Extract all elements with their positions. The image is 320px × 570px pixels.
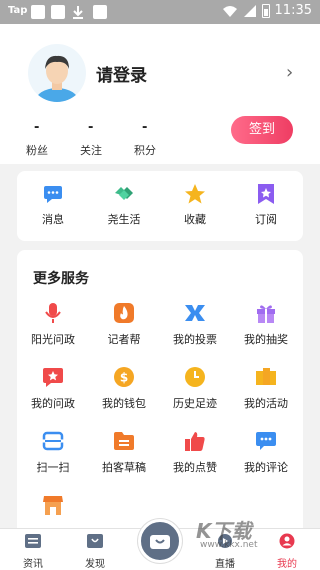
star-badge-icon bbox=[42, 366, 64, 388]
service-my-wallet[interactable]: $ 我的钱包 bbox=[92, 366, 156, 411]
stat-fans[interactable]: - 粉丝 bbox=[26, 120, 80, 158]
service-label: 我的投票 bbox=[173, 333, 217, 346]
download-icon bbox=[73, 6, 83, 19]
flag-icon bbox=[255, 366, 277, 388]
tab-discover[interactable]: 发现 bbox=[70, 533, 120, 570]
profile-header: 请登录 › - 粉丝 - 关注 - 积分 签到 bbox=[0, 24, 320, 164]
service-label: 记者帮 bbox=[107, 333, 141, 346]
quick-action-favorites[interactable]: 收藏 bbox=[167, 183, 223, 227]
service-my-lottery[interactable]: 我的抽奖 bbox=[234, 302, 298, 347]
service-my-votes[interactable]: 我的投票 bbox=[163, 302, 227, 347]
wifi-icon bbox=[222, 5, 237, 17]
service-label: 历史足迹 bbox=[173, 397, 217, 410]
profile-icon bbox=[279, 533, 295, 549]
svg-text:$: $ bbox=[120, 371, 128, 385]
quick-action-subscribe[interactable]: 订阅 bbox=[238, 183, 294, 227]
news-icon bbox=[25, 534, 41, 548]
wallet-icon: $ bbox=[113, 366, 135, 388]
quick-actions: 消息 尧生活 收藏 订阅 bbox=[17, 171, 303, 241]
stat-points[interactable]: - 积分 bbox=[134, 120, 188, 158]
service-label: 我的评论 bbox=[244, 461, 288, 474]
status-bar: Tap 11:35 bbox=[0, 0, 320, 24]
tab-label: 直播 bbox=[215, 559, 235, 570]
bookmark-icon bbox=[255, 183, 277, 205]
tab-label: 发现 bbox=[85, 559, 105, 570]
status-time: 11:35 bbox=[274, 3, 312, 18]
notification-icon bbox=[31, 5, 45, 19]
stat-value: - bbox=[88, 120, 94, 135]
quick-action-label: 收藏 bbox=[184, 213, 206, 226]
scan-icon bbox=[42, 430, 64, 452]
quick-action-label: 订阅 bbox=[255, 213, 277, 226]
avatar[interactable] bbox=[28, 44, 86, 102]
tab-mine[interactable]: 我的 bbox=[262, 533, 312, 570]
service-scan[interactable]: 扫一扫 bbox=[21, 430, 85, 475]
login-prompt[interactable]: 请登录 bbox=[96, 61, 147, 86]
watermark-url: www.kkx.net bbox=[200, 540, 258, 550]
service-history[interactable]: 历史足迹 bbox=[163, 366, 227, 411]
camera-icon bbox=[150, 535, 170, 549]
section-title: 更多服务 bbox=[33, 271, 89, 287]
service-drafts[interactable]: 拍客草稿 bbox=[92, 430, 156, 475]
tab-camera-button[interactable] bbox=[138, 519, 182, 563]
service-store[interactable] bbox=[21, 494, 85, 516]
service-label: 我的活动 bbox=[244, 397, 288, 410]
profile-stats: - 粉丝 - 关注 - 积分 bbox=[26, 120, 188, 158]
folder-icon bbox=[113, 430, 135, 452]
service-my-politics[interactable]: 我的问政 bbox=[21, 366, 85, 411]
stat-label: 关注 bbox=[80, 144, 102, 157]
status-app-label: Tap bbox=[8, 5, 28, 16]
tab-label: 我的 bbox=[277, 559, 297, 570]
service-label: 拍客草稿 bbox=[102, 461, 146, 474]
comment-icon bbox=[255, 430, 277, 452]
quick-action-label: 尧生活 bbox=[107, 213, 141, 226]
service-label: 阳光问政 bbox=[31, 333, 75, 346]
stat-value: - bbox=[34, 120, 40, 135]
stat-label: 积分 bbox=[134, 144, 156, 157]
microphone-icon bbox=[42, 302, 64, 324]
service-reporter-help[interactable]: 记者帮 bbox=[92, 302, 156, 347]
message-icon bbox=[42, 183, 64, 205]
service-my-comments[interactable]: 我的评论 bbox=[234, 430, 298, 475]
vote-icon bbox=[184, 302, 206, 324]
chevron-right-icon[interactable]: › bbox=[286, 62, 293, 83]
notification-icon bbox=[93, 5, 107, 19]
notification-icon bbox=[51, 5, 65, 19]
signal-icon bbox=[243, 4, 256, 17]
gift-icon bbox=[255, 302, 277, 324]
clock-icon bbox=[184, 366, 206, 388]
user-avatar-icon bbox=[35, 55, 79, 102]
flame-icon bbox=[113, 302, 135, 324]
quick-action-messages[interactable]: 消息 bbox=[25, 183, 81, 227]
discover-icon bbox=[87, 534, 103, 548]
store-icon bbox=[42, 494, 64, 516]
service-label: 扫一扫 bbox=[36, 461, 70, 474]
tab-label: 资讯 bbox=[23, 559, 43, 570]
tab-news[interactable]: 资讯 bbox=[8, 533, 58, 570]
sign-in-button[interactable]: 签到 bbox=[231, 116, 293, 144]
service-my-likes[interactable]: 我的点赞 bbox=[163, 430, 227, 475]
stat-value: - bbox=[142, 120, 148, 135]
stat-following[interactable]: - 关注 bbox=[80, 120, 134, 158]
service-sunshine-politics[interactable]: 阳光问政 bbox=[21, 302, 85, 347]
stat-label: 粉丝 bbox=[26, 144, 48, 157]
service-label: 我的问政 bbox=[31, 397, 75, 410]
battery-icon bbox=[261, 3, 270, 18]
star-icon bbox=[184, 183, 206, 205]
quick-action-label: 消息 bbox=[42, 213, 64, 226]
quick-action-life[interactable]: 尧生活 bbox=[96, 183, 152, 227]
service-label: 我的点赞 bbox=[173, 461, 217, 474]
thumbs-up-icon bbox=[184, 430, 206, 452]
service-label: 我的钱包 bbox=[102, 397, 146, 410]
service-label: 我的抽奖 bbox=[244, 333, 288, 346]
more-services-card: 更多服务 阳光问政 记者帮 我的投票 我的抽奖 我的问政 $ 我的钱包 历史足迹… bbox=[17, 250, 303, 550]
service-my-activities[interactable]: 我的活动 bbox=[234, 366, 298, 411]
handshake-icon bbox=[113, 183, 135, 205]
